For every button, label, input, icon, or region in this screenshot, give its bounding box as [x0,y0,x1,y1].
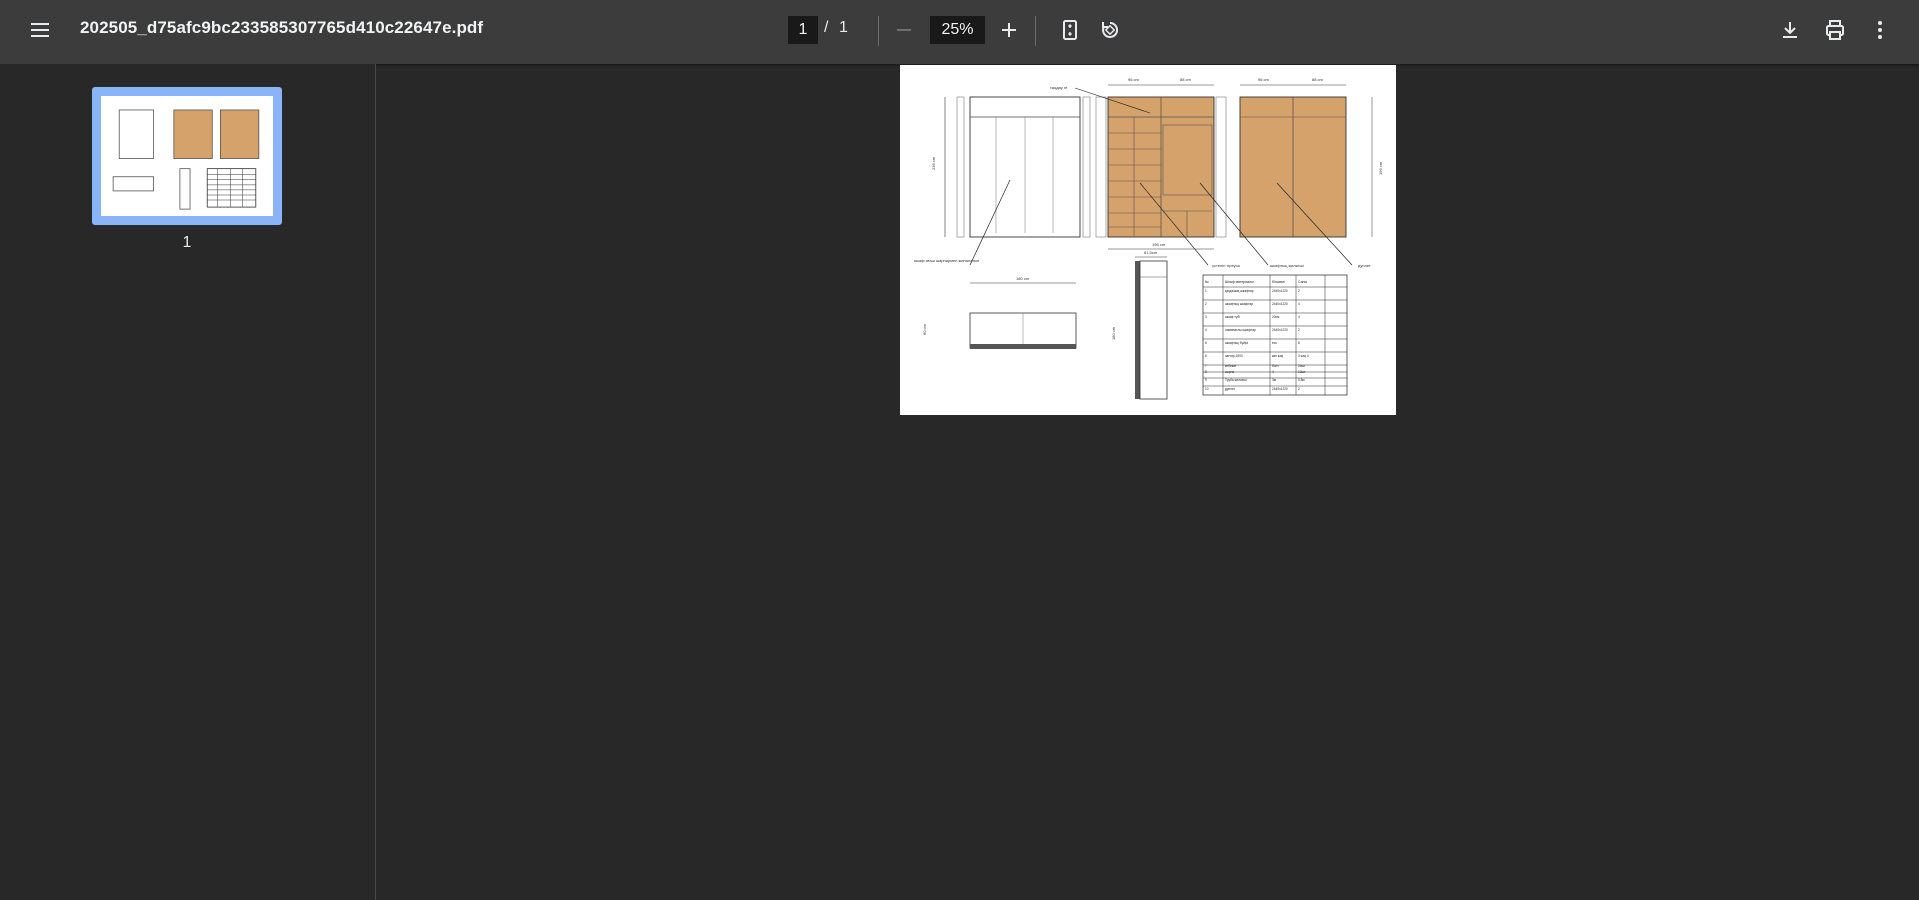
table-cell: есс [1272,341,1277,345]
pdf-toolbar: 202505_d75afc9bc233585307765d410c22647e.… [0,0,1919,64]
callout-label: дуплет [1358,263,1371,268]
table-header: Өлшемі [1272,280,1285,284]
table-cell: ламинатлы шкафтар [1225,328,1256,332]
zoom-input[interactable] [930,16,985,44]
table-header: Шкаф материалы [1225,280,1254,284]
table-cell: 2 [1298,289,1300,293]
table-cell: 2440х1220 [1272,387,1288,391]
pdf-page: 236 cm 96 cm 88 cm 196 cm таңдау ге 96 c… [900,65,1396,415]
callout-label: шкаф ағаш шарнирмен жиналатын [914,258,979,263]
page-total: 1 [839,19,848,36]
wardrobe-drawing: 236 cm 96 cm 88 cm 196 cm таңдау ге 96 c… [914,77,1383,400]
table-cell: 20см [1272,315,1279,319]
table-cell: қаңқа/жақ шкафтар [1225,289,1254,293]
table-cell: 24шт [1298,364,1306,368]
page-separator: / [824,19,829,36]
toolbar-divider [1035,16,1036,46]
download-icon[interactable] [1770,10,1810,50]
table-cell: 0,8м [1298,378,1305,382]
dimension-label: 180 cm [1111,326,1116,340]
table-cell: 8 [1298,341,1300,345]
table-cell: кебекке [1225,364,1237,368]
dimension-label: 96 cm [1258,77,1270,82]
table-cell: 2 [1205,302,1207,306]
table-header: Саны [1298,280,1307,284]
table-cell: 10 [1205,387,1209,391]
dimension-label: 61,5cm [1144,250,1158,255]
table-cell: 6 [1205,354,1207,358]
minus-icon[interactable] [884,10,924,50]
table-cell: 4 [1298,302,1300,306]
table-cell: 3 жақ 4 [1298,354,1309,358]
table-cell: шкафтың бүйірі [1225,341,1248,345]
thumbnail-sidebar: 1 [0,64,376,900]
fit-page-icon[interactable] [1050,10,1090,50]
table-cell: 1 [1205,289,1207,293]
plus-icon[interactable] [989,10,1029,50]
table-cell: 4 [1205,328,1207,332]
page-number-input[interactable] [788,16,818,44]
document-title: 202505_d75afc9bc233585307765d410c22647e.… [80,18,484,37]
callout-label: шкафтың желкеші [1270,263,1304,268]
dimension-label: 96 cm [1128,77,1140,82]
page-thumbnail[interactable] [92,87,282,225]
hamburger-menu-icon[interactable] [20,10,60,50]
table-cell: Труба желкеші [1225,378,1247,382]
table-cell: 4 [1298,315,1300,319]
table-cell: 8 [1205,370,1207,374]
rotate-icon[interactable] [1090,10,1130,50]
table-cell: 3м [1272,378,1276,382]
table-cell: 12шт [1298,370,1306,374]
table-cell: 3 [1205,315,1207,319]
toolbar-divider [878,16,879,46]
table-cell: 7 [1205,364,1207,368]
table-cell: 4 [1272,370,1274,374]
table-cell: 2 [1298,387,1300,391]
table-cell: болт [1272,364,1279,368]
thumbnail-preview [101,96,273,216]
table-cell: 2440х1220 [1272,289,1288,293]
table-cell: 2 [1298,328,1300,332]
table-cell: 2440х1220 [1272,302,1288,306]
callout-label: таңдау ге [1050,85,1068,90]
table-cell: дуплет [1225,387,1236,391]
table-cell: көп жақ [1272,354,1284,358]
table-cell: сырғы [1225,370,1235,374]
materials-table: № Шкаф материалы Өлшемі Саны 1 қаңқа/жақ … [1202,274,1348,396]
table-cell: 9 [1205,378,1207,382]
table-cell: шкафтың шкафтар [1225,302,1253,306]
dimension-label: 236 cm [931,156,936,170]
dimension-label: 196 cm [1152,242,1166,247]
more-vertical-icon[interactable] [1860,10,1900,50]
table-cell: 5 [1205,341,1207,345]
dimension-label: 60 cm [922,323,927,335]
thumbnail-page-number: 1 [182,234,192,251]
print-icon[interactable] [1815,10,1855,50]
dimension-label: 88 cm [1312,77,1324,82]
table-cell: шкаф түбі [1225,315,1240,319]
dimension-label: 180 cm [1016,276,1030,281]
callout-label: үстелігі тіреуіш [1212,263,1240,268]
table-cell: заттар-1500 [1225,354,1243,358]
dimension-label: 88 cm [1180,77,1192,82]
table-header: № [1205,280,1209,284]
table-cell: 2440х1220 [1272,328,1288,332]
dimension-label: 196 cm [1378,161,1383,175]
